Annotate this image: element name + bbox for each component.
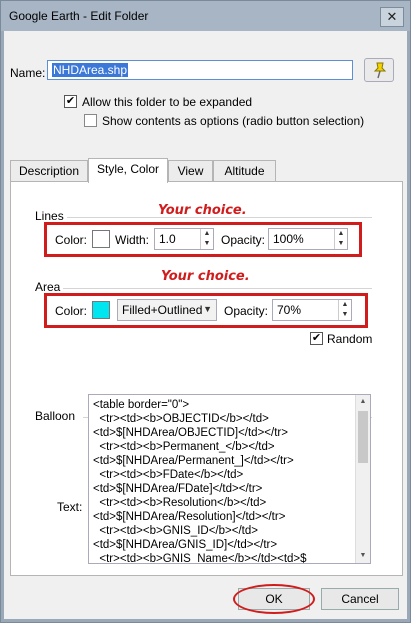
random-checkbox[interactable]: ✔ <box>310 332 323 345</box>
scroll-down-icon[interactable]: ▼ <box>356 549 370 563</box>
lines-color-swatch[interactable] <box>92 230 110 248</box>
lines-opacity-value: 100% <box>273 232 304 246</box>
lines-color-label: Color: <box>55 233 88 247</box>
chevron-down-icon: ▼ <box>203 304 212 314</box>
area-opacity-spinner[interactable]: 70% ▲ ▼ <box>272 299 352 321</box>
area-color-label: Color: <box>55 304 88 318</box>
lines-width-label: Width: <box>115 233 150 247</box>
lines-width-value: 1.0 <box>159 232 176 246</box>
lines-opacity-spinner[interactable]: 100% ▲ ▼ <box>268 228 348 250</box>
tab-style-color[interactable]: Style, Color <box>88 158 168 183</box>
lines-header: Lines <box>35 209 64 223</box>
lines-opacity-label: Opacity: <box>221 233 266 247</box>
lines-width-spinner[interactable]: 1.0 ▲ ▼ <box>154 228 214 250</box>
area-divider <box>63 288 372 289</box>
name-value: NHDArea.shp <box>52 63 129 77</box>
area-fill-dropdown[interactable]: Filled+Outlined ▼ <box>117 299 217 321</box>
cancel-button[interactable]: Cancel <box>321 588 399 610</box>
show-contents-label: Show contents as options (radio button s… <box>102 114 365 128</box>
window-title: Google Earth - Edit Folder <box>9 9 149 23</box>
scroll-up-icon[interactable]: ▲ <box>356 395 370 409</box>
balloon-scrollbar[interactable]: ▲ ▼ <box>355 395 370 563</box>
tab-view[interactable]: View <box>168 160 213 182</box>
balloon-text-content: <table border="0"> <tr><td><b>OBJECTID</… <box>93 399 307 564</box>
scroll-thumb[interactable] <box>358 411 368 463</box>
name-label: Name: <box>10 66 46 80</box>
show-contents-checkbox[interactable] <box>84 114 97 127</box>
allow-expand-label: Allow this folder to be expanded <box>82 95 253 109</box>
name-field[interactable]: NHDArea.shp <box>47 60 353 80</box>
pushpin-button[interactable] <box>364 58 394 82</box>
close-button[interactable]: ✕ <box>380 7 404 27</box>
dialog-body: Name: NHDArea.shp ✔ Allow this folder to… <box>4 31 407 619</box>
lines-width-arrows[interactable]: ▲ ▼ <box>200 229 213 249</box>
balloon-text-label: Text: <box>57 500 83 514</box>
area-annotation: Your choice. <box>161 269 250 284</box>
area-fill-value: Filled+Outlined <box>122 303 203 317</box>
tab-description[interactable]: Description <box>10 160 88 182</box>
lines-opacity-arrows[interactable]: ▲ ▼ <box>334 229 347 249</box>
allow-expand-checkbox[interactable]: ✔ <box>64 95 77 108</box>
balloon-header: Balloon <box>35 409 76 423</box>
edit-folder-window: Google Earth - Edit Folder ✕ Name: NHDAr… <box>0 0 411 623</box>
pushpin-icon <box>373 62 387 79</box>
title-bar[interactable]: Google Earth - Edit Folder ✕ <box>1 1 410 31</box>
random-label: Random <box>327 332 373 346</box>
area-header: Area <box>35 280 61 294</box>
area-opacity-label: Opacity: <box>224 304 269 318</box>
area-opacity-value: 70% <box>277 303 302 317</box>
area-color-swatch[interactable] <box>92 301 110 319</box>
lines-annotation: Your choice. <box>158 203 247 218</box>
area-opacity-arrows[interactable]: ▲ ▼ <box>338 300 351 320</box>
balloon-text-area[interactable]: <table border="0"> <tr><td><b>OBJECTID</… <box>88 394 371 564</box>
tab-altitude[interactable]: Altitude <box>213 160 276 182</box>
ok-highlight-ellipse <box>233 584 315 614</box>
